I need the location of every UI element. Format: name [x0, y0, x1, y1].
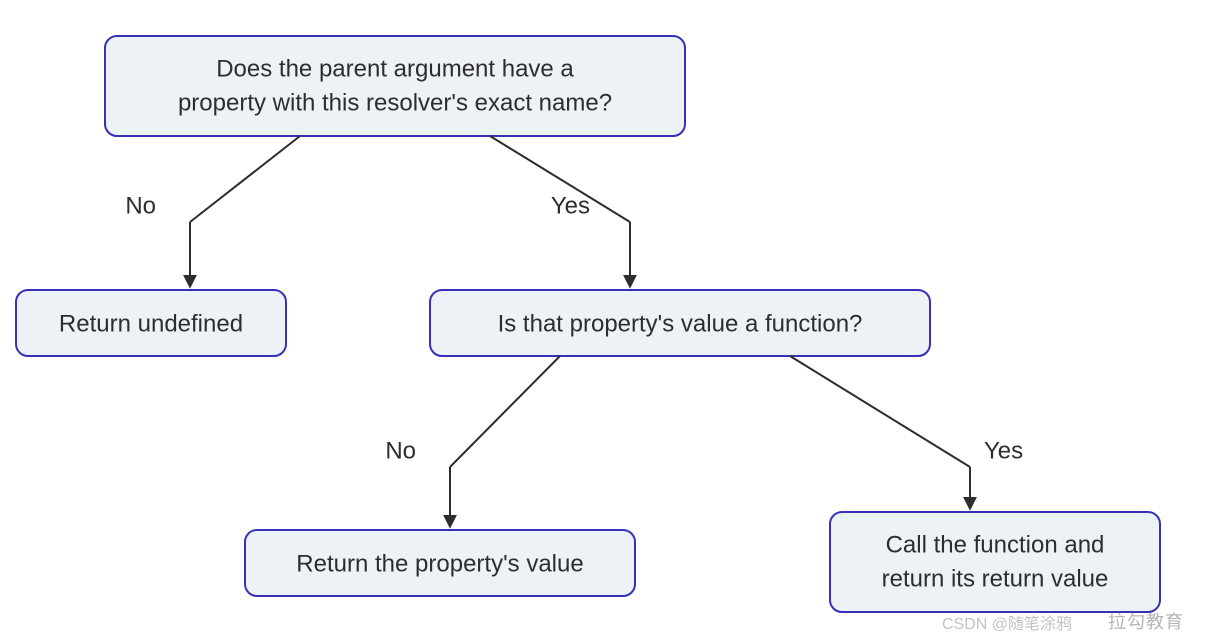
edge-root-yes-label: Yes	[551, 192, 590, 219]
edge-fn-yes-label: Yes	[984, 437, 1023, 464]
node-call-function-line2: return its return value	[882, 565, 1109, 592]
node-return-undefined: Return undefined	[16, 290, 286, 356]
node-root: Does the parent argument have a property…	[105, 36, 685, 136]
edge-fn-yes: Yes	[790, 356, 1023, 508]
edge-fn-no: No	[385, 356, 560, 526]
edge-root-no-label: No	[125, 192, 156, 219]
node-is-function-text: Is that property's value a function?	[498, 310, 863, 337]
edge-root-yes: Yes	[490, 136, 630, 286]
node-return-undefined-text: Return undefined	[59, 310, 243, 337]
node-root-line2: property with this resolver's exact name…	[178, 89, 612, 116]
node-call-function-line1: Call the function and	[886, 531, 1105, 558]
node-root-line1: Does the parent argument have a	[216, 55, 574, 82]
flowchart-canvas: Does the parent argument have a property…	[0, 0, 1212, 642]
node-is-function: Is that property's value a function?	[430, 290, 930, 356]
node-call-function: Call the function and return its return …	[830, 512, 1160, 612]
node-return-value: Return the property's value	[245, 530, 635, 596]
node-return-value-text: Return the property's value	[296, 550, 583, 577]
edge-fn-no-label: No	[385, 437, 416, 464]
edge-root-no: No	[125, 136, 300, 286]
